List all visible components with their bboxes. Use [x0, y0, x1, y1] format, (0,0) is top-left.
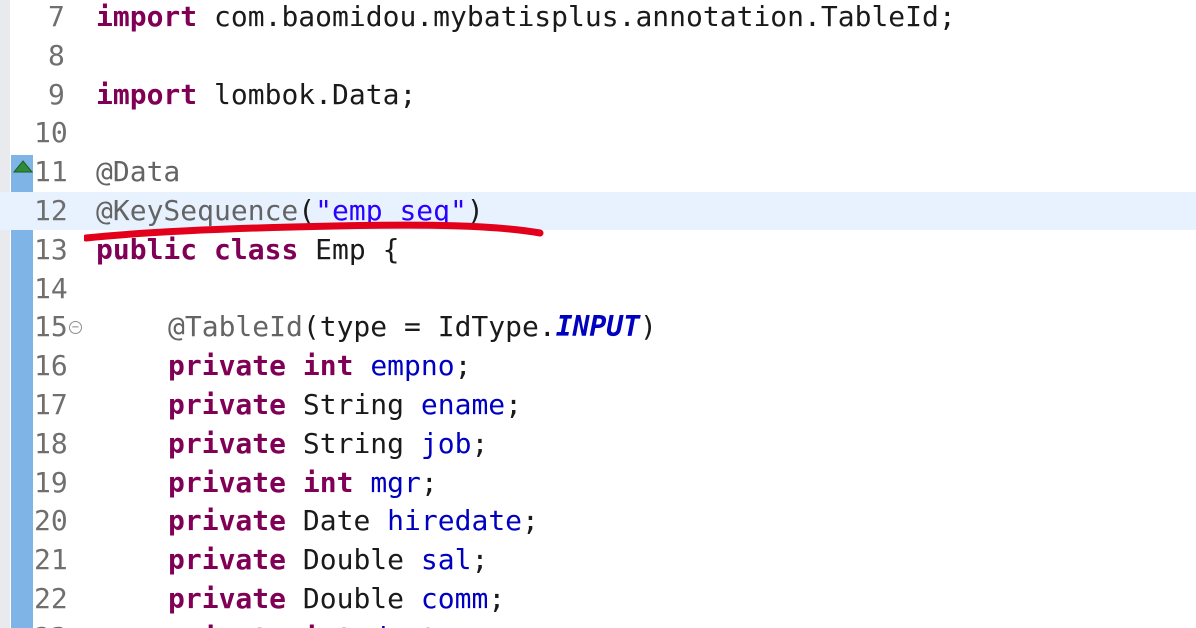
keyword-token: import [96, 0, 198, 33]
field-token: ename [420, 388, 506, 421]
code-line-18[interactable]: 18 private String job; [0, 425, 1196, 463]
code-token: ; [454, 349, 472, 383]
code-token: ; [488, 582, 506, 615]
keyword-token: private [168, 388, 287, 421]
line-number: 10 [34, 116, 68, 150]
field-token: comm [420, 582, 489, 615]
code-line-23[interactable]: 23 private int deptno; [0, 619, 1196, 628]
code-line-9[interactable]: 9 import lombok.Data; [0, 76, 1196, 114]
code-text: import lombok.Data; [96, 76, 416, 114]
keyword-token: private [168, 349, 287, 383]
code-token: ; [471, 543, 489, 577]
code-text: @TableId(type = IdType.INPUT) [168, 308, 657, 346]
code-token: ; [522, 504, 539, 538]
code-editor[interactable]: 7 import com.baomidou.mybatisplus.annotat… [0, 0, 1196, 628]
code-line-20[interactable]: 20 private Date hiredate; [0, 502, 1196, 540]
field-token: sal [420, 543, 472, 577]
line-number: 15 [34, 310, 68, 344]
keyword-token: int [302, 465, 354, 499]
code-token: String [286, 388, 421, 421]
line-number: 23 [34, 619, 94, 628]
code-token: Double [286, 543, 421, 577]
field-token: hiredate [387, 504, 523, 538]
annotation-token: @TableId [168, 310, 303, 344]
code-line-7[interactable]: 7 import com.baomidou.mybatisplus.annotat… [0, 0, 1196, 36]
red-hand-underline [84, 221, 544, 242]
code-text: @Data [96, 153, 180, 191]
line-number: 19 [34, 465, 68, 499]
keyword-token: private [168, 543, 287, 577]
code-token: String [286, 426, 421, 460]
code-text: private Date hiredate; [168, 502, 539, 540]
constant-token: INPUT [555, 310, 641, 344]
override-triangle-icon [12, 160, 34, 173]
keyword-token: private [168, 621, 286, 628]
annotation-token: @Data [96, 155, 181, 189]
code-text: private int empno; [168, 347, 471, 385]
field-token: mgr [370, 465, 421, 499]
field-token: deptno [370, 621, 471, 628]
code-token: lombok.Data; [197, 77, 417, 111]
field-token: job [420, 426, 472, 460]
keyword-token: int [303, 621, 354, 628]
keyword-token: private [168, 465, 287, 499]
code-line-19[interactable]: 19 private int mgr; [0, 464, 1196, 502]
code-line-8[interactable]: 8 [0, 37, 1196, 75]
code-line-15[interactable]: 15− @TableId(type = IdType.INPUT) [0, 308, 1196, 346]
code-text: private String job; [168, 425, 488, 463]
code-line-14[interactable]: 14 [0, 270, 1196, 308]
line-number: 16 [34, 349, 68, 383]
line-number: 17 [34, 388, 68, 421]
code-token: (type = IdType. [302, 310, 556, 344]
code-line-16[interactable]: 16 private int empno; [0, 347, 1196, 385]
line-number: 22 [34, 582, 68, 615]
code-line-10[interactable]: 10 [0, 114, 1196, 152]
code-text: private int deptno; [168, 619, 488, 628]
line-number: 8 [48, 38, 65, 72]
keyword-token: private [168, 504, 287, 538]
code-text: import com.baomidou.mybatisplus.annotati… [96, 0, 956, 36]
code-line-17[interactable]: 17 private String ename; [0, 386, 1196, 424]
code-token: Double [286, 582, 421, 615]
line-number: 21 [34, 543, 68, 577]
code-line-21[interactable]: 21 private Double sal; [0, 541, 1196, 579]
code-text: private int mgr; [168, 464, 438, 502]
code-token: ; [471, 426, 489, 460]
field-token: empno [370, 349, 455, 383]
code-token: ) [640, 310, 657, 344]
code-text: private Double sal; [168, 541, 488, 579]
code-token: Date [286, 504, 388, 538]
keyword-token: private [168, 426, 287, 460]
code-text: private String ename; [168, 386, 522, 424]
keyword-token: int [302, 349, 354, 383]
code-token: ; [471, 621, 488, 628]
code-token: ; [505, 388, 523, 421]
code-token: com.baomidou.mybatisplus.annotation.Tabl… [197, 0, 956, 33]
line-number: 20 [34, 504, 68, 538]
code-text: private Double comm; [168, 580, 505, 618]
code-token: ; [420, 465, 438, 499]
line-number: 14 [34, 271, 68, 305]
code-line-22[interactable]: 22 private Double comm; [0, 580, 1196, 618]
keyword-token: import [96, 77, 198, 111]
line-number: 11 [34, 155, 68, 189]
keyword-token: private [168, 582, 287, 615]
code-line-11[interactable]: 11 @Data [0, 153, 1196, 191]
line-number: 18 [34, 426, 68, 460]
